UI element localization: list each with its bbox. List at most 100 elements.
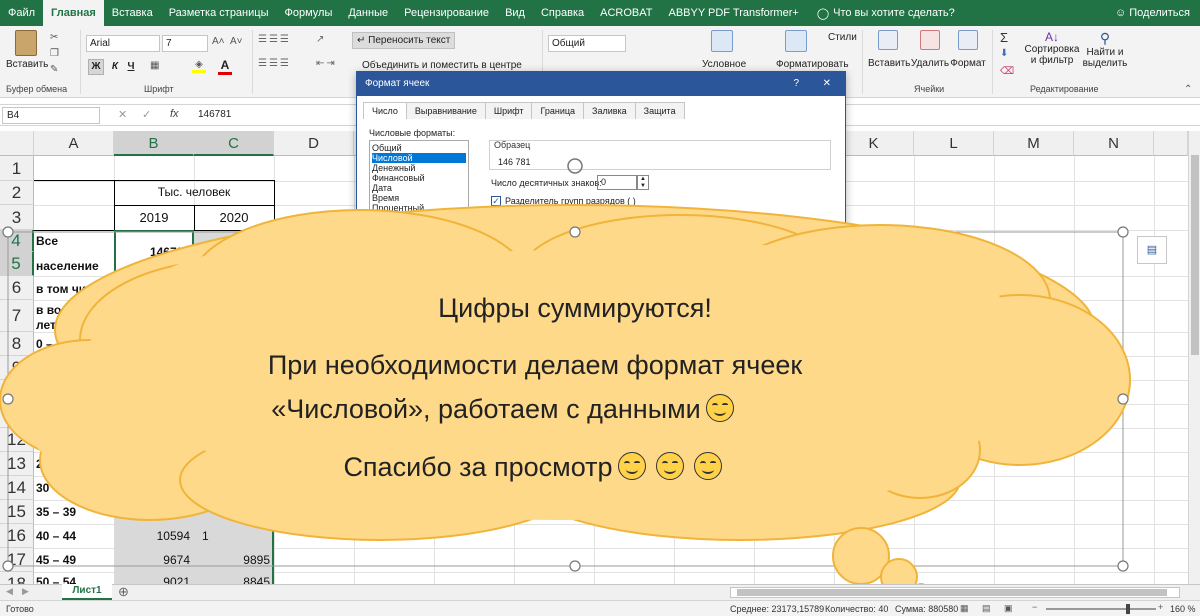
separator-checkbox[interactable]: ✓ [491,196,501,206]
italic-button[interactable]: К [108,59,122,75]
font-grow-icon[interactable]: A˄ [212,36,225,47]
column-header[interactable]: M [994,131,1074,156]
row-header[interactable]: 4 [0,230,34,252]
cell-b15[interactable]: 1173 [114,505,194,519]
zoom-out-icon[interactable]: − [1032,602,1037,612]
cancel-icon[interactable]: ✕ [118,108,127,121]
font-size-select[interactable]: 7 [162,35,208,52]
share-button[interactable]: ☺ Поделиться [1115,0,1190,26]
insert-cells-button[interactable]: Вставить [868,30,910,69]
cell-c18[interactable]: 8845 [194,575,274,584]
add-sheet-icon[interactable]: ⊕ [118,584,129,600]
indent-icons[interactable]: ⇤⇥ [316,58,337,69]
zoom-slider-thumb[interactable] [1126,604,1130,614]
tab-insert[interactable]: Вставка [104,0,161,26]
autosum-icon[interactable]: Σ [1000,30,1008,45]
format-item[interactable]: Экспоненциальный [372,223,466,233]
dialog-tab-fill[interactable]: Заливка [583,102,636,119]
tab-help[interactable]: Справка [533,0,592,26]
cell-b18[interactable]: 9021 [114,575,194,584]
tab-review[interactable]: Рецензирование [396,0,497,26]
scrollbar-thumb[interactable] [1191,155,1199,355]
row-header[interactable]: 18 [0,572,34,584]
paste-button[interactable]: Вставить [6,30,48,70]
styles-button[interactable]: Стили [828,32,857,43]
sort-filter-button[interactable]: A↓ Сортировка и фильтр [1024,30,1080,66]
sheet-nav-left-icon[interactable]: ◀ [6,586,13,597]
row-header[interactable]: 12 [0,428,34,452]
column-header[interactable]: C [194,131,274,156]
collapse-ribbon-icon[interactable]: ⌃ [1184,84,1192,95]
tab-acrobat[interactable]: ACROBAT [592,0,660,26]
fill-down-icon[interactable]: ⬇ [1000,48,1008,59]
wrap-text-button[interactable]: ↵ Переносить текст [352,32,456,49]
format-item[interactable]: (все фо [372,253,466,261]
negative-item-selected[interactable]: -1 234 [490,227,830,236]
fill-color-icon[interactable]: ◈ [192,59,206,73]
column-header[interactable]: L [914,131,994,156]
normal-view-icon[interactable]: ▦ [960,603,969,614]
delete-cells-button[interactable]: Удалить [910,30,950,69]
zoom-in-icon[interactable]: + [1158,602,1163,612]
cell-c4[interactable]: 146748 [194,245,274,259]
cut-icon[interactable]: ✂ [50,32,58,43]
insert-function-icon[interactable]: fx [170,108,179,120]
clear-icon[interactable]: ⌫ [1000,66,1014,77]
tab-formulas[interactable]: Формулы [276,0,340,26]
borders-icon[interactable]: ▦ [150,60,159,71]
dialog-tab-protection[interactable]: Защита [634,102,685,119]
format-item[interactable]: Дробный [372,213,466,223]
format-item[interactable]: Общий [372,143,466,153]
cell-a15[interactable]: 35 – 39 [36,505,76,519]
tab-view[interactable]: Вид [497,0,533,26]
column-header[interactable]: K [834,131,914,156]
negative-list[interactable]: -1 234 1 234 [489,226,831,260]
format-item[interactable]: Финансовый [372,173,466,183]
cell-a16[interactable]: 40 – 44 [36,529,76,543]
bold-button[interactable]: Ж [88,59,104,75]
tab-data[interactable]: Данные [340,0,396,26]
cell-b3[interactable]: 2019 [114,210,194,225]
cell-a8[interactable]: 0 – 4 [36,337,63,351]
row-header[interactable]: 2 [0,181,34,205]
cell-b2[interactable]: Тыс. человек [114,185,274,199]
row-header[interactable]: 1 [0,156,34,181]
decimals-input[interactable]: 0 [597,175,637,190]
merge-center-button[interactable]: Объединить и поместить в центре [362,60,522,71]
dialog-tab-number[interactable]: Число [363,102,407,119]
row-header[interactable]: 15 [0,500,34,524]
tab-file[interactable]: Файл [0,0,43,26]
formats-list[interactable]: Общий Числовой Денежный Финансовый Дата … [369,140,469,262]
cell-a14[interactable]: 30 – 3 [36,481,69,495]
format-painter-icon[interactable]: ✎ [50,64,58,75]
format-item[interactable]: Денежный [372,163,466,173]
cell-a12[interactable]: 20 – 2 [36,433,69,447]
column-header[interactable]: N [1074,131,1154,156]
cell-a4[interactable]: Все [36,234,58,248]
row-header[interactable]: 17 [0,548,34,572]
dialog-tab-font[interactable]: Шрифт [484,102,533,119]
sheet-nav-right-icon[interactable]: ▶ [22,586,29,597]
horizontal-scrollbar-thumb[interactable] [737,589,1167,596]
column-header[interactable]: A [34,131,114,156]
enter-icon[interactable]: ✓ [142,108,151,121]
tab-home[interactable]: Главная [43,0,104,26]
cell-a17[interactable]: 45 – 49 [36,553,76,567]
zoom-slider[interactable] [1046,604,1156,614]
negative-item-red[interactable]: 1 234 [490,236,830,245]
font-color-icon[interactable]: A [218,58,232,75]
format-cells-button[interactable]: Формат [950,30,986,69]
format-table-button[interactable]: Форматировать [776,30,849,70]
format-item[interactable]: Дополнительный [372,243,466,253]
align-top-icons[interactable]: ☰☰☰ [258,34,291,45]
select-all-corner[interactable] [0,131,34,156]
name-box[interactable]: B4 [2,107,100,124]
horizontal-scrollbar[interactable] [730,587,1180,598]
row-header[interactable]: 5 [0,252,34,276]
page-break-view-icon[interactable]: ▣ [1004,603,1013,614]
column-header[interactable]: D [274,131,354,156]
cell-a5[interactable]: население [36,259,99,273]
cell-c3[interactable]: 2020 [194,210,274,225]
orientation-icon[interactable]: ↗ [316,34,324,45]
vertical-scrollbar[interactable] [1188,131,1200,584]
